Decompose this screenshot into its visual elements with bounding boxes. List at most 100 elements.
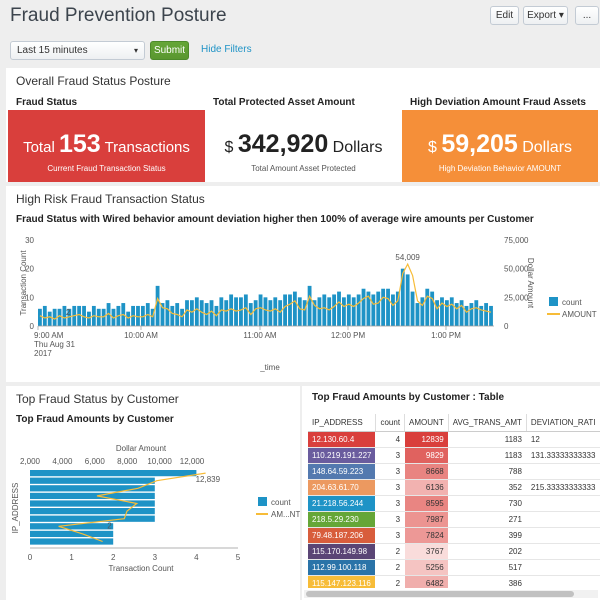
- column-header-avg-trans-amt[interactable]: AVG_TRANS_AMT: [448, 414, 527, 432]
- count-bar: [322, 294, 327, 326]
- table-row[interactable]: 110.219.191.227 3 9829 1183 131.33333333333: [308, 447, 600, 464]
- count-bar: [288, 294, 292, 326]
- kpi-subtitle: High Deviation Behavior AMOUNT: [438, 164, 562, 173]
- cell-deviation-ratio: [526, 463, 600, 480]
- column-header-amount[interactable]: AMOUNT: [404, 414, 449, 432]
- count-bar: [430, 291, 435, 326]
- count-bar: [30, 492, 155, 500]
- count-bar: [292, 291, 297, 326]
- protected-amount-kpi[interactable]: $ 342,920 Dollars Total Amount Asset Pro…: [205, 110, 402, 182]
- cell-deviation-ratio: [526, 575, 600, 588]
- table-row[interactable]: 79.48.187.206 3 7824 399: [308, 527, 600, 544]
- count-bar: [332, 294, 337, 326]
- cell-deviation-ratio: [526, 495, 600, 512]
- table-row[interactable]: 148.64.59.223 3 8668 788: [308, 463, 600, 480]
- x-tick-label: 1: [69, 553, 74, 562]
- cell-avg-trans-amt: 271: [448, 511, 527, 528]
- legend-count-label: count: [562, 298, 582, 307]
- table-row[interactable]: 115.170.149.98 2 3767 202: [308, 543, 600, 560]
- table-row[interactable]: 112.99.100.118 2 5256 517: [308, 559, 600, 576]
- y2-tick-label: 25,000: [504, 293, 529, 302]
- y-tick-label: 30: [25, 236, 34, 245]
- cell-count: 4: [375, 431, 406, 448]
- cell-deviation-ratio: [526, 543, 600, 560]
- fraud-status-kpi[interactable]: Total 153 Transactions Current Fraud Tra…: [8, 110, 205, 182]
- count-bar: [273, 297, 278, 326]
- count-bar: [381, 288, 386, 326]
- high-risk-chart-title: Fraud Status with Wired behavior amount …: [16, 214, 534, 225]
- count-bar: [297, 297, 302, 326]
- cell-count: 2: [375, 575, 406, 588]
- count-bar: [57, 308, 62, 326]
- count-bar: [190, 300, 194, 326]
- x2-tick-label: 4,000: [52, 457, 73, 466]
- count-bar: [444, 300, 449, 326]
- cell-amount: 5256: [404, 559, 449, 576]
- count-bar: [194, 297, 199, 326]
- table-row[interactable]: 204.63.61.70 3 6136 352 215.33333333333: [308, 479, 600, 496]
- column-header-deviation-ratio[interactable]: DEVIATION_RATI: [526, 414, 600, 432]
- count-bar: [317, 297, 322, 326]
- count-bar: [302, 300, 307, 326]
- scrollbar-thumb[interactable]: [306, 591, 574, 597]
- kpi-unit: Dollars: [517, 139, 573, 156]
- peak-annotation: 54,009: [395, 253, 420, 262]
- cell-avg-trans-amt: 399: [448, 527, 527, 544]
- table-horizontal-scrollbar[interactable]: [304, 590, 598, 598]
- x-tick-label: 3: [153, 553, 158, 562]
- table-row[interactable]: 218.5.29.230 3 7987 271: [308, 511, 600, 528]
- count-bar: [283, 294, 287, 326]
- cell-avg-trans-amt: 386: [448, 575, 527, 588]
- count-bar: [229, 294, 234, 326]
- cell-amount: 12839: [404, 431, 449, 448]
- column-header-ip-address[interactable]: IP_ADDRESS: [308, 414, 377, 432]
- cell-ip-address: 79.48.187.206: [308, 527, 377, 544]
- cell-deviation-ratio: [526, 559, 600, 576]
- column-header-count[interactable]: count: [375, 414, 406, 432]
- cell-amount: 8595: [404, 495, 449, 512]
- more-button[interactable]: ...: [575, 6, 599, 25]
- cell-ip-address: 110.219.191.227: [308, 447, 377, 464]
- x-tick-year: 2017: [34, 349, 52, 358]
- kpi-value: 59,205: [441, 130, 518, 158]
- kpi-prefix: $: [427, 139, 442, 156]
- cell-ip-address: 148.64.59.223: [308, 463, 377, 480]
- count-bar: [459, 300, 464, 326]
- table-row[interactable]: 21.218.56.244 3 8595 730: [308, 495, 600, 512]
- high-deviation-kpi[interactable]: $ 59,205 Dollars High Deviation Behavior…: [402, 110, 598, 182]
- x2-tick-label: 2,000: [20, 457, 41, 466]
- x-tick-label: 1:00 PM: [431, 331, 461, 340]
- x-tick-label: 4: [194, 553, 199, 562]
- y2-tick-label: 50,000: [504, 265, 529, 274]
- cell-count: 3: [375, 495, 406, 512]
- time-range-picker[interactable]: Last 15 minutes ▾: [10, 41, 145, 60]
- count-bar: [337, 291, 341, 326]
- kpi-unit: Transactions: [100, 139, 190, 156]
- high-risk-panel-title: High Risk Fraud Transaction Status: [16, 192, 205, 206]
- time-range-value: Last 15 minutes: [17, 45, 88, 56]
- count-bar: [371, 294, 376, 326]
- table-row[interactable]: 12.130.60.4 4 12839 1183 12: [308, 431, 600, 448]
- cell-count: 3: [375, 447, 406, 464]
- edit-button[interactable]: Edit: [490, 6, 519, 25]
- y-axis-label: IP_ADDRESS: [11, 483, 20, 534]
- cell-count: 3: [375, 463, 406, 480]
- count-bar: [425, 288, 430, 326]
- hide-filters-link[interactable]: Hide Filters: [201, 44, 252, 55]
- count-bar: [342, 297, 346, 326]
- count-bar: [224, 300, 229, 326]
- table-row[interactable]: 115.147.123.116 2 6482 386: [308, 575, 600, 588]
- x-axis-label: _time: [259, 363, 280, 372]
- submit-button[interactable]: Submit: [150, 41, 189, 60]
- export-button[interactable]: Export ▾: [523, 6, 568, 25]
- count-bar: [420, 297, 425, 326]
- count-bar: [464, 305, 469, 326]
- count-bar: [484, 303, 489, 326]
- count-bar: [415, 303, 420, 326]
- legend-count-swatch: [258, 497, 267, 506]
- table-panel-title: Top Fraud Amounts by Customer : Table: [312, 392, 505, 403]
- count-bar: [165, 300, 170, 326]
- count-bar: [278, 300, 283, 326]
- count-bar: [30, 477, 155, 484]
- kpi-unit: Dollars: [328, 139, 383, 156]
